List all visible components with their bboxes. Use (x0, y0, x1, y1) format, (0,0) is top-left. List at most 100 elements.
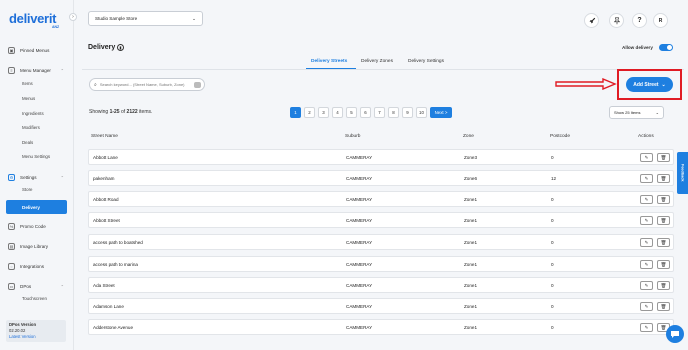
cell-street: pakenham (93, 176, 115, 181)
page-button[interactable]: 10 (416, 107, 427, 118)
sidebar-sub-deals[interactable]: Deals (22, 140, 33, 145)
table-row: access path to marina CAMMERAY Zone1 0 ✎ 🗑 (88, 256, 674, 272)
sidebar-item-dpos[interactable]: ▭ DPos ⌃ (6, 280, 68, 293)
cell-zone: Zone1 (464, 218, 478, 223)
pin-icon: ▣ (8, 47, 15, 54)
active-tab-indicator (306, 68, 356, 69)
edit-icon[interactable]: ✎ (640, 174, 653, 183)
table-row: Abbott Street CAMMERAY Zone1 0 ✎ 🗑 (88, 212, 674, 228)
page-button[interactable]: 9 (402, 107, 413, 118)
pin-icon[interactable] (609, 13, 624, 28)
edit-icon[interactable]: ✎ (640, 260, 653, 269)
table-row: pakenham CAMMERAY Zone6 12 ✎ 🗑 (88, 170, 674, 186)
delete-icon[interactable]: 🗑 (657, 281, 670, 290)
edit-icon[interactable]: ✎ (640, 216, 653, 225)
page-button[interactable]: 7 (374, 107, 385, 118)
edit-icon[interactable]: ✎ (640, 302, 653, 311)
sidebar-item-menu-manager[interactable]: ≡ Menu Manager ⌃ (6, 64, 68, 77)
feedback-tab[interactable]: Feedback (677, 152, 688, 194)
search-box[interactable]: ⌕ (89, 78, 205, 91)
chat-button[interactable] (666, 325, 684, 343)
help-icon[interactable]: ? (632, 13, 647, 28)
sidebar-item-promo-code[interactable]: % Promo Code (6, 220, 68, 233)
red-arrow-annotation (555, 78, 617, 90)
delete-icon[interactable]: 🗑 (657, 153, 670, 162)
cell-zone: Zone1 (464, 304, 478, 309)
cell-street: access path to boatshed (93, 240, 143, 245)
brand-region: ANZ (52, 25, 60, 29)
latest-version-link[interactable]: Latest Version (9, 334, 63, 340)
delete-icon[interactable]: 🗑 (657, 216, 670, 225)
delete-icon[interactable]: 🗑 (657, 238, 670, 247)
sidebar-sub-menus[interactable]: Menus (22, 96, 35, 101)
delete-icon[interactable]: 🗑 (657, 174, 670, 183)
plug-icon: ◌ (8, 263, 15, 270)
add-street-button[interactable]: Add Street ⌄ (626, 77, 673, 92)
edit-icon[interactable]: ✎ (640, 323, 653, 332)
clear-search-icon[interactable] (194, 82, 201, 88)
column-header-street: Street Name (91, 134, 118, 139)
cell-suburb: CAMMERAY (346, 283, 373, 288)
tab-delivery-settings[interactable]: Delivery Settings (408, 59, 444, 64)
info-icon[interactable]: ▮ (117, 44, 124, 51)
page-button[interactable]: 5 (346, 107, 357, 118)
store-select[interactable]: Studio Sample Store ⌄ (88, 11, 203, 26)
search-input[interactable] (99, 82, 190, 87)
chevron-up-icon: ⌃ (60, 175, 64, 180)
page-button[interactable]: 6 (360, 107, 371, 118)
cell-zone: Zone1 (464, 283, 478, 288)
cell-zone: Zone1 (464, 197, 478, 202)
chevron-down-icon: ⌄ (192, 15, 196, 21)
delete-icon[interactable]: 🗑 (657, 260, 670, 269)
sidebar-item-label: Integrations (20, 264, 45, 269)
sidebar-sub-menu-settings[interactable]: Menu Settings (22, 154, 50, 159)
showing-range: 1-25 (109, 109, 120, 115)
cell-street: Abbott Road (93, 197, 119, 202)
page-button[interactable]: 4 (332, 107, 343, 118)
edit-icon[interactable]: ✎ (640, 281, 653, 290)
pin-glyph (613, 16, 620, 24)
cell-postcode: 0 (551, 262, 554, 267)
sidebar-sub-items[interactable]: Items (22, 81, 33, 86)
items-per-page-select[interactable]: Show 25 Items ⌄ (609, 106, 664, 119)
table-row: Adamson Lane CAMMERAY Zone1 0 ✎ 🗑 (88, 298, 674, 314)
sidebar-collapse-button[interactable]: › (69, 13, 77, 21)
sidebar-item-integrations[interactable]: ◌ Integrations (6, 260, 68, 273)
tab-delivery-streets[interactable]: Delivery Streets (311, 59, 347, 64)
page-button[interactable]: 8 (388, 107, 399, 118)
sidebar-item-pinned-menus[interactable]: ▣ Pinned Menus (6, 44, 68, 57)
cell-street: access path to marina (93, 262, 138, 267)
showing-prefix: Showing (89, 109, 110, 115)
showing-count: Showing 1-25 of 2122 items. (89, 109, 152, 115)
rocket-glyph (589, 17, 595, 23)
page-button[interactable]: 1 (290, 107, 301, 118)
cell-zone: Zone6 (464, 176, 478, 181)
edit-icon[interactable]: ✎ (640, 153, 653, 162)
sidebar-sub-delivery[interactable]: Delivery (6, 200, 67, 214)
column-header-zone: Zone (463, 134, 474, 139)
chevron-up-icon: ⌃ (60, 68, 64, 73)
tab-delivery-zones[interactable]: Delivery Zones (361, 59, 393, 64)
table-row: Ada Street CAMMERAY Zone1 0 ✎ 🗑 (88, 277, 674, 293)
allow-delivery-toggle[interactable] (659, 44, 673, 51)
sidebar-item-settings[interactable]: ⚙ Settings ⌃ (6, 171, 68, 184)
edit-icon[interactable]: ✎ (640, 195, 653, 204)
sidebar-sub-store[interactable]: Store (22, 187, 33, 192)
sidebar-sub-ingredients[interactable]: Ingredients (22, 111, 44, 116)
sidebar-item-image-library[interactable]: ▤ Image Library (6, 240, 68, 253)
sidebar-item-label: Promo Code (20, 224, 46, 229)
table-row: access path to boatshed CAMMERAY Zone1 0 ✎ 🗑 (88, 234, 674, 250)
avatar[interactable]: R (653, 13, 668, 28)
chevron-down-icon: ⌄ (655, 110, 659, 115)
delete-icon[interactable]: 🗑 (657, 302, 670, 311)
page-next-button[interactable]: Next > (430, 107, 452, 118)
page-button[interactable]: 2 (304, 107, 315, 118)
page-button[interactable]: 3 (318, 107, 329, 118)
table-row: Abbott Lane CAMMERAY Zone3 0 ✎ 🗑 (88, 149, 674, 165)
rocket-icon[interactable] (584, 13, 599, 28)
column-header-actions: Actions (638, 134, 654, 139)
sidebar-sub-touchscreen[interactable]: Touchscreen (22, 296, 47, 301)
edit-icon[interactable]: ✎ (640, 238, 653, 247)
sidebar-sub-modifiers[interactable]: Modifiers (22, 125, 40, 130)
delete-icon[interactable]: 🗑 (657, 195, 670, 204)
